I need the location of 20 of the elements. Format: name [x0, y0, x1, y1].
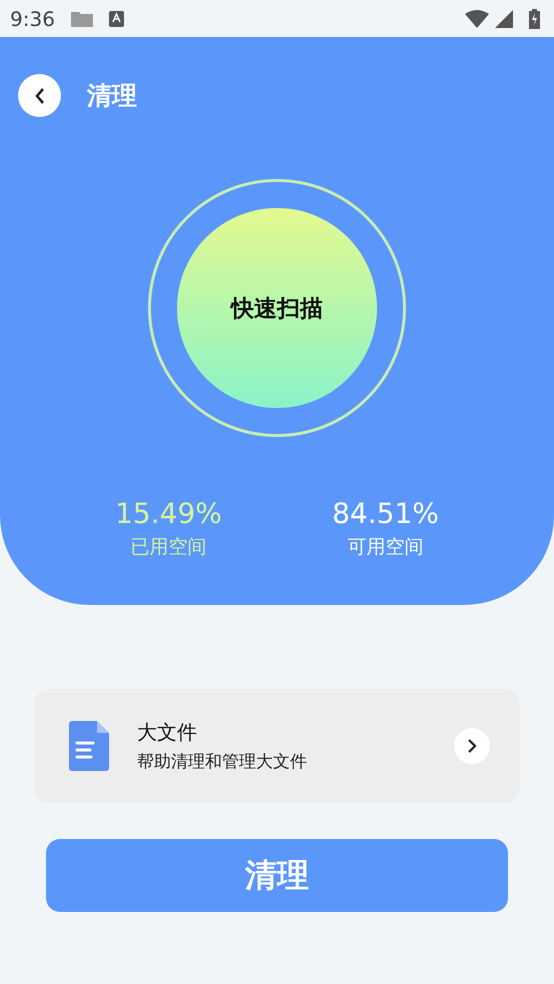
stat-value: 15.49% — [115, 497, 222, 530]
back-icon — [34, 86, 46, 104]
wifi-icon — [465, 10, 489, 28]
chevron-right-icon — [467, 738, 477, 754]
page-title: 清理 — [87, 80, 137, 112]
folder-icon — [70, 10, 93, 27]
card-title: 大文件 — [137, 719, 198, 746]
stat-label: 可用空间 — [348, 535, 424, 560]
stat-label: 已用空间 — [130, 535, 206, 560]
signal-icon — [495, 10, 513, 28]
back-button[interactable] — [18, 74, 61, 117]
keyboard-icon — [108, 10, 124, 26]
open-button[interactable] — [454, 728, 490, 764]
battery-charging-icon — [529, 8, 540, 28]
card-subtitle: 帮助清理和管理大文件 — [137, 751, 308, 773]
large-files-card[interactable]: 大文件 帮助清理和管理大文件 — [34, 689, 520, 803]
status-time: 9:36 — [10, 6, 55, 30]
document-icon — [69, 721, 109, 771]
stat-value: 84.51% — [332, 497, 439, 530]
quick-scan-button[interactable]: 快速扫描 — [177, 208, 377, 408]
